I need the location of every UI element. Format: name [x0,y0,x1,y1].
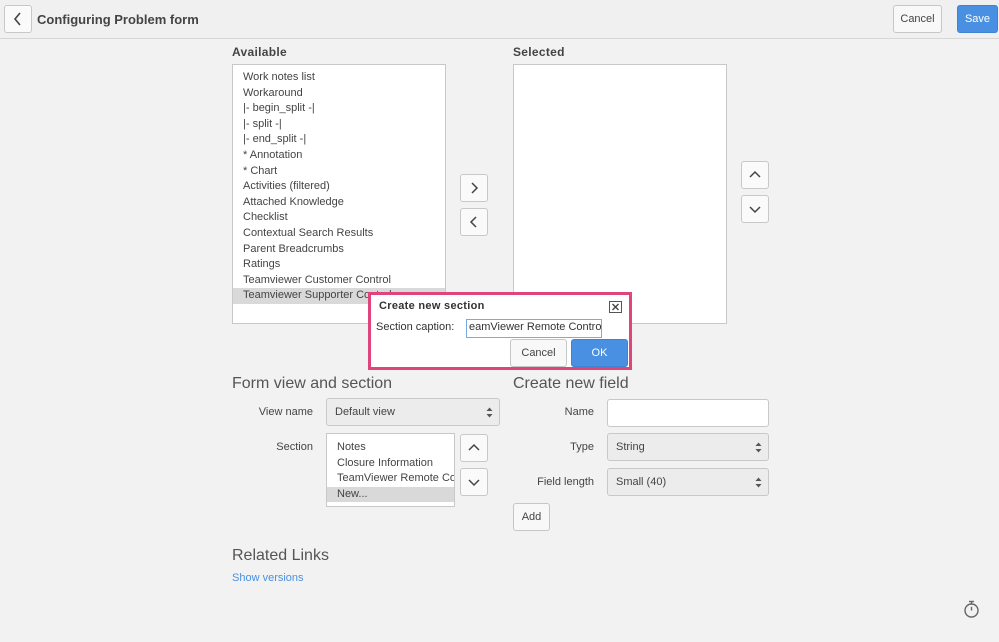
field-type-select[interactable]: String [607,433,769,461]
section-label: Section [276,441,313,453]
section-move-down-button[interactable] [460,468,488,496]
field-length-label: Field length [537,476,594,488]
selected-label: Selected [513,45,565,59]
available-list-item[interactable]: Attached Knowledge [233,195,445,211]
field-type-value: String [616,441,645,453]
chevron-left-icon [13,12,21,26]
section-list-item[interactable]: Notes [327,440,454,456]
available-label: Available [232,45,287,59]
add-field-button[interactable]: Add [513,503,550,531]
available-list-item[interactable]: Parent Breadcrumbs [233,242,445,258]
dialog-ok-button[interactable]: OK [571,339,628,367]
available-list-item[interactable]: * Chart [233,164,445,180]
name-label: Name [564,406,594,418]
available-list-item[interactable]: Ratings [233,257,445,273]
available-list-item[interactable]: Work notes list [233,70,445,86]
select-arrows-icon [755,476,762,489]
available-list-item[interactable]: Teamviewer Customer Control [233,273,445,289]
section-list-item[interactable]: TeamViewer Remote Control [327,471,454,487]
field-length-value: Small (40) [616,476,667,488]
view-name-label: View name [258,406,313,418]
section-caption-input[interactable]: eamViewer Remote Control [466,319,602,338]
related-links-heading: Related Links [232,547,329,564]
section-move-up-button[interactable] [460,434,488,462]
section-caption-label: Section caption: [376,321,455,333]
section-list-item[interactable]: Closure Information [327,456,454,472]
create-field-heading: Create new field [513,375,629,392]
remove-from-selected-button[interactable] [460,208,488,236]
select-arrows-icon [755,441,762,454]
back-button[interactable] [4,5,32,33]
move-down-button[interactable] [741,195,769,223]
available-list-item[interactable]: |- end_split -| [233,132,445,148]
chevron-down-icon [468,479,480,487]
section-caption-value: eamViewer Remote Control [469,321,602,333]
stopwatch-icon[interactable] [963,600,980,619]
available-list[interactable]: Work notes list Workaround |- begin_split … [232,64,446,324]
select-arrows-icon [486,406,493,419]
chevron-up-icon [749,170,761,178]
available-list-item[interactable]: |- begin_split -| [233,101,445,117]
create-section-dialog: Create new section Section caption: eamV… [368,292,632,370]
header-bar: Configuring Problem form Cancel Save [0,0,999,39]
dialog-title: Create new section [379,300,485,312]
show-versions-link[interactable]: Show versions [232,572,304,584]
available-list-item[interactable]: |- split -| [233,117,445,133]
available-list-item[interactable]: Activities (filtered) [233,179,445,195]
page-title: Configuring Problem form [37,12,199,27]
section-list[interactable]: Notes Closure Information TeamViewer Remot… [326,433,455,507]
cancel-button[interactable]: Cancel [893,5,942,33]
available-list-item[interactable]: * Annotation [233,148,445,164]
close-icon[interactable] [609,301,622,313]
add-to-selected-button[interactable] [460,174,488,202]
chevron-down-icon [749,206,761,214]
save-button[interactable]: Save [957,5,998,33]
chevron-right-icon [471,182,479,194]
selected-list[interactable] [513,64,727,324]
view-name-select[interactable]: Default view [326,398,500,426]
form-view-heading: Form view and section [232,375,393,392]
available-list-item[interactable]: Contextual Search Results [233,226,445,242]
section-list-item[interactable]: New... [327,486,454,503]
available-list-item[interactable]: Workaround [233,86,445,102]
dialog-cancel-button[interactable]: Cancel [510,339,567,367]
field-name-input[interactable] [607,399,769,427]
type-label: Type [570,441,594,453]
field-length-select[interactable]: Small (40) [607,468,769,496]
move-up-button[interactable] [741,161,769,189]
chevron-left-icon [469,216,477,228]
chevron-up-icon [468,443,480,451]
available-list-item[interactable]: Checklist [233,210,445,226]
view-name-value: Default view [335,406,395,418]
